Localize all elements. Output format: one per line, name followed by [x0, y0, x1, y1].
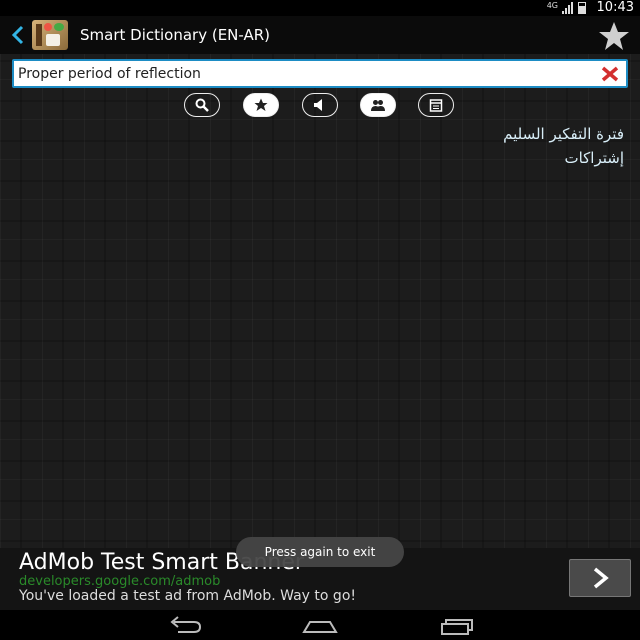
- back-icon[interactable]: [10, 25, 26, 45]
- speak-button[interactable]: [302, 93, 338, 117]
- back-nav-icon: [170, 616, 202, 633]
- people-icon: [371, 100, 385, 111]
- signal-icon: [562, 2, 574, 14]
- share-button[interactable]: [360, 93, 396, 117]
- app-icon[interactable]: [32, 20, 68, 50]
- home-nav-icon: [302, 621, 338, 633]
- result-item[interactable]: فترة التفكير السليم: [503, 122, 624, 146]
- translation-results: فترة التفكير السليم إشتراكات: [503, 122, 624, 170]
- ad-open-button[interactable]: [569, 559, 631, 597]
- back-nav-button[interactable]: [164, 614, 204, 636]
- tool-row: [0, 93, 640, 119]
- search-box: [12, 59, 628, 88]
- calendar-icon: [429, 99, 443, 112]
- network-type: 4G: [546, 1, 558, 10]
- battery-icon: [578, 2, 586, 14]
- result-item[interactable]: إشتراكات: [503, 146, 624, 170]
- status-bar: 4G 10:43: [0, 0, 640, 16]
- status-icons: 4G: [547, 2, 586, 14]
- ad-url: developers.google.com/admob: [19, 574, 221, 589]
- toast-message: Press again to exit: [236, 537, 404, 567]
- nav-bar: [0, 610, 640, 640]
- action-bar: Smart Dictionary (EN-AR): [0, 16, 640, 54]
- home-nav-button[interactable]: [300, 614, 340, 636]
- history-button[interactable]: [418, 93, 454, 117]
- close-icon[interactable]: [600, 64, 620, 84]
- favorite-button[interactable]: [243, 93, 279, 117]
- ad-message: You've loaded a test ad from AdMob. Way …: [19, 588, 356, 604]
- speaker-icon: [314, 99, 322, 111]
- chevron-right-icon: [593, 567, 609, 589]
- star-icon: [254, 98, 268, 111]
- search-button[interactable]: [184, 93, 220, 117]
- app-title: Smart Dictionary (EN-AR): [80, 26, 271, 44]
- clock: 10:43: [596, 0, 634, 15]
- search-input[interactable]: [18, 63, 578, 85]
- recents-nav-button[interactable]: [436, 614, 476, 636]
- star-icon[interactable]: [598, 21, 630, 51]
- recents-nav-icon: [441, 619, 473, 635]
- search-icon: [195, 98, 209, 112]
